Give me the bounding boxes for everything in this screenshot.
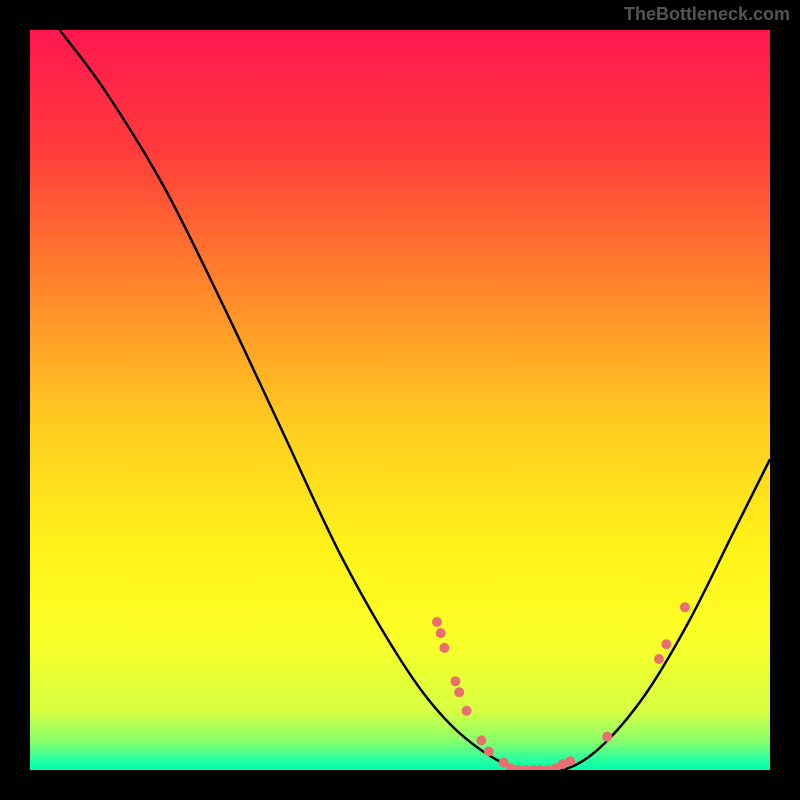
data-marker [661, 639, 671, 649]
plot-area [30, 30, 770, 770]
data-marker [451, 676, 461, 686]
attribution-text: TheBottleneck.com [624, 4, 790, 25]
data-marker [484, 747, 494, 757]
data-marker [654, 654, 664, 664]
data-marker [476, 735, 486, 745]
data-marker [565, 756, 575, 766]
data-marker [462, 706, 472, 716]
curve-layer [30, 30, 770, 770]
data-marker [680, 602, 690, 612]
data-marker [436, 628, 446, 638]
data-marker [454, 687, 464, 697]
data-marker [602, 732, 612, 742]
chart-container: TheBottleneck.com [0, 0, 800, 800]
data-marker [439, 643, 449, 653]
data-marker [432, 617, 442, 627]
